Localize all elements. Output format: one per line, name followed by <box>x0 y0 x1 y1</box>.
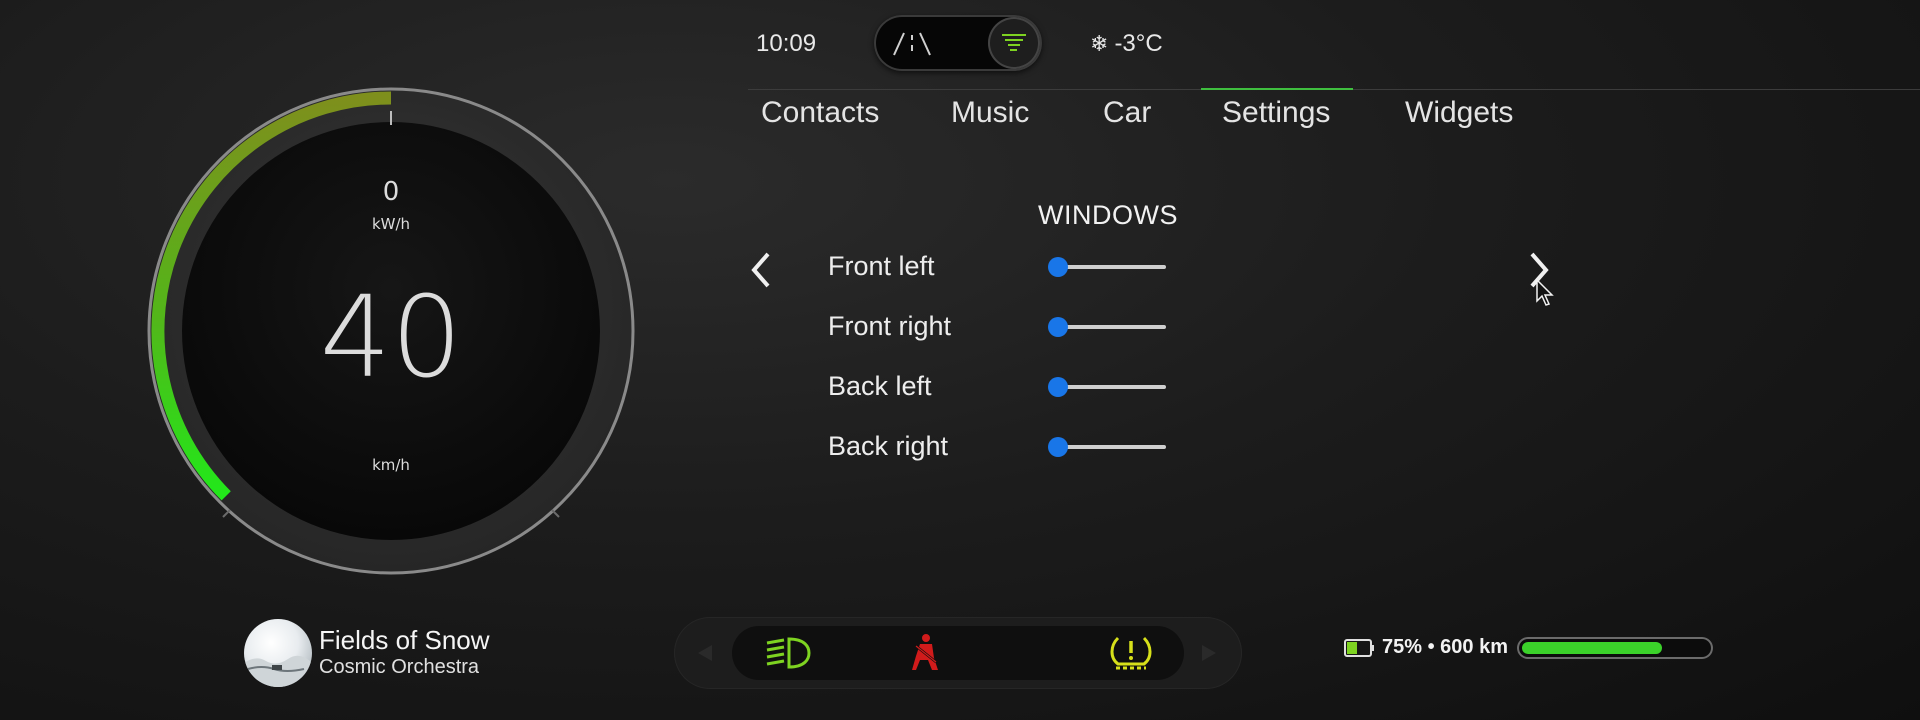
left-turn-signal-icon <box>698 645 712 661</box>
window-label: Back right <box>828 431 949 461</box>
seatbelt-warning-icon <box>912 634 938 670</box>
slider-thumb[interactable] <box>1048 257 1068 277</box>
clock: 10:09 <box>756 30 817 57</box>
window-row-back-right: Back right <box>828 427 1348 467</box>
slider-thumb[interactable] <box>1048 317 1068 337</box>
window-slider-front-left[interactable] <box>1048 247 1168 287</box>
drive-mode-toggle[interactable] <box>874 15 1042 71</box>
gauge-tick-right <box>551 509 560 518</box>
slider-track <box>1058 445 1166 449</box>
mouse-cursor-icon <box>1536 279 1554 306</box>
slider-track <box>1058 325 1166 329</box>
tab-widgets[interactable]: Widgets <box>1405 96 1513 130</box>
list-icon <box>1002 34 1026 51</box>
battery-level-bar <box>1517 637 1713 659</box>
window-slider-back-right[interactable] <box>1048 427 1168 467</box>
track-artist: Cosmic Orchestra <box>319 656 480 678</box>
window-label: Back left <box>828 371 932 401</box>
window-label: Front left <box>828 251 935 281</box>
power-value: 0 <box>383 177 400 207</box>
temperature-value: -3°C <box>1114 30 1163 57</box>
gauge-tick-left <box>222 509 231 518</box>
chevron-left-icon[interactable] <box>742 250 782 290</box>
battery-level-fill <box>1522 642 1662 654</box>
track-title: Fields of Snow <box>319 625 490 655</box>
slider-track <box>1058 385 1166 389</box>
album-art[interactable] <box>244 619 312 687</box>
album-art-image <box>244 655 312 687</box>
windows-title: WINDOWS <box>1038 200 1178 230</box>
window-slider-back-left[interactable] <box>1048 367 1168 407</box>
window-row-front-right: Front right <box>828 307 1348 347</box>
slider-thumb[interactable] <box>1048 377 1068 397</box>
tire-pressure-warning-icon <box>1110 636 1152 670</box>
tab-car[interactable]: Car <box>1103 96 1151 130</box>
tab-music[interactable]: Music <box>951 96 1029 130</box>
window-slider-front-right[interactable] <box>1048 307 1168 347</box>
road-icon[interactable] <box>888 27 936 59</box>
speed-unit: km/h <box>372 456 410 474</box>
tab-contacts[interactable]: Contacts <box>761 96 879 130</box>
window-label: Front right <box>828 311 952 341</box>
slider-track <box>1058 265 1166 269</box>
active-tab-indicator <box>1201 88 1353 90</box>
speed-value: 40 <box>320 273 463 403</box>
tab-settings[interactable]: Settings <box>1222 96 1330 130</box>
speed-gauge: 0 kW/h 40 km/h <box>147 87 635 575</box>
list-mode-button[interactable] <box>988 17 1040 69</box>
power-unit: kW/h <box>372 215 410 233</box>
window-row-front-left: Front left <box>828 247 1348 287</box>
battery-icon <box>1344 639 1374 657</box>
outside-temperature: ❄ -3°C <box>1090 30 1163 58</box>
window-row-back-left: Back left <box>828 367 1348 407</box>
snowflake-icon: ❄ <box>1090 31 1109 56</box>
headlight-icon <box>766 637 811 669</box>
battery-range-text: 75% • 600 km <box>1382 636 1508 658</box>
slider-thumb[interactable] <box>1048 437 1068 457</box>
right-turn-signal-icon <box>1202 645 1216 661</box>
